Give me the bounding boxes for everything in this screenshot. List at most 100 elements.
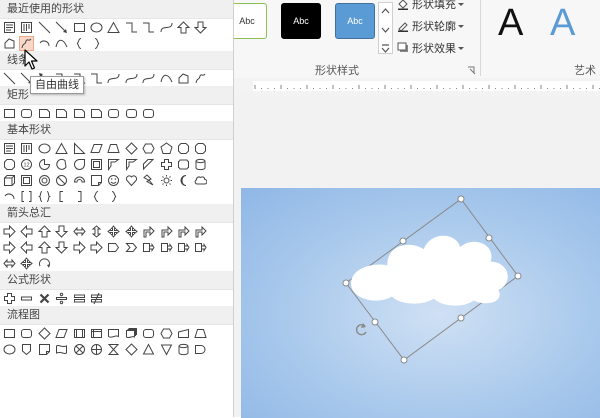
left-right-up-arrow-icon[interactable] xyxy=(124,224,138,238)
flowchart-or-icon[interactable] xyxy=(90,343,103,356)
curved-arrow-icon[interactable] xyxy=(125,72,138,85)
minus-icon[interactable] xyxy=(20,292,33,305)
round-diagonal-rectangle-icon[interactable] xyxy=(125,107,138,120)
striped-right-arrow-icon[interactable] xyxy=(73,240,86,254)
flowchart-card-icon[interactable] xyxy=(38,343,51,356)
double-bracket-icon[interactable] xyxy=(20,190,33,203)
flowchart-process-icon[interactable] xyxy=(3,327,16,340)
elbow-double-arrow-icon[interactable] xyxy=(90,72,103,85)
cube-icon[interactable] xyxy=(3,174,16,187)
down-arrow-callout-icon[interactable] xyxy=(160,241,173,254)
flowchart-predefined-process-icon[interactable] xyxy=(73,327,86,340)
pentagon-arrow-icon[interactable] xyxy=(107,241,120,254)
quad-arrow-callout-icon[interactable] xyxy=(20,256,34,270)
pentagon-icon[interactable] xyxy=(159,141,173,155)
shape-effects-button[interactable]: 形状效果 xyxy=(397,39,466,57)
down-arrow-icon[interactable] xyxy=(55,225,69,238)
left-arrow-callout-icon[interactable] xyxy=(177,241,190,254)
not-equal-icon[interactable] xyxy=(90,292,103,305)
pie-icon[interactable] xyxy=(38,158,51,171)
curved-right-arrow-icon[interactable] xyxy=(3,240,16,254)
cloud-icon[interactable] xyxy=(194,174,208,187)
round-same-side-rectangle-icon[interactable] xyxy=(107,107,120,120)
flowchart-delay-icon[interactable] xyxy=(194,343,207,356)
rectangle-icon[interactable] xyxy=(73,21,86,34)
shape-outline-button[interactable]: 形状轮廓 xyxy=(397,17,466,35)
freeform-scribble-icon[interactable] xyxy=(194,72,207,85)
shape-style-swatch[interactable]: Abc xyxy=(281,3,321,39)
hexagon-icon[interactable] xyxy=(142,142,155,155)
equal-icon[interactable] xyxy=(73,292,86,305)
sun-icon[interactable] xyxy=(160,174,173,187)
selected-cloud-shape[interactable] xyxy=(233,94,600,417)
rounded-rectangle-icon[interactable] xyxy=(20,107,33,120)
heart-icon[interactable] xyxy=(125,174,138,187)
number-12-icon[interactable]: 12 xyxy=(20,158,33,171)
donut-icon[interactable] xyxy=(38,174,51,187)
down-arrow-icon[interactable] xyxy=(194,21,208,34)
vertical-text-box-icon[interactable] xyxy=(20,21,33,34)
triangle-icon[interactable] xyxy=(55,141,69,155)
left-bracket-icon[interactable] xyxy=(55,190,68,203)
snip-diagonal-rectangle-icon[interactable] xyxy=(73,107,86,120)
curved-down-arrow-icon[interactable] xyxy=(55,241,69,254)
triangle-icon[interactable] xyxy=(107,20,121,34)
frame-icon[interactable] xyxy=(90,158,103,171)
flowchart-stored-data-icon[interactable] xyxy=(177,343,190,356)
curve-icon[interactable] xyxy=(55,37,68,50)
snip-same-side-rectangle-icon[interactable] xyxy=(55,107,68,120)
arrow-line-icon[interactable] xyxy=(55,21,68,34)
wordart-style-sample[interactable]: A xyxy=(550,2,575,45)
flowchart-decision-icon[interactable] xyxy=(38,326,51,340)
curved-double-arrow-icon[interactable] xyxy=(142,72,155,85)
half-frame-icon[interactable] xyxy=(107,158,121,171)
flowchart-terminator-icon[interactable] xyxy=(142,327,155,340)
arc-icon[interactable] xyxy=(3,190,16,203)
curved-arrow-icon[interactable] xyxy=(160,21,173,34)
flowchart-offpage-connector-icon[interactable] xyxy=(20,343,33,356)
octagon-icon[interactable] xyxy=(177,142,190,155)
flowchart-document-icon[interactable] xyxy=(107,327,120,340)
curved-left-arrow-icon[interactable] xyxy=(20,240,33,254)
vertical-text-box-icon[interactable] xyxy=(20,142,33,155)
chevron-icon[interactable] xyxy=(125,241,138,254)
left-brace-icon[interactable] xyxy=(73,37,86,50)
rotate-handle-icon[interactable] xyxy=(355,323,367,336)
dialog-launcher-icon[interactable] xyxy=(467,66,476,75)
elbow-connector-icon[interactable] xyxy=(125,21,138,34)
right-arrow-icon[interactable] xyxy=(3,224,16,238)
notched-right-arrow-icon[interactable] xyxy=(90,240,103,254)
up-arrow-icon[interactable] xyxy=(37,224,51,238)
elbow-arrow-icon[interactable] xyxy=(142,21,155,34)
right-bracket-icon[interactable] xyxy=(73,190,86,203)
rectangle-icon[interactable] xyxy=(3,107,16,120)
parallelogram-icon[interactable] xyxy=(90,142,103,155)
chord-icon[interactable] xyxy=(55,158,68,171)
double-brace-icon[interactable] xyxy=(37,190,51,203)
round-corner-rectangle-icon[interactable] xyxy=(142,107,155,120)
text-box-icon[interactable] xyxy=(3,142,16,155)
bent-arrow-icon[interactable] xyxy=(142,225,155,238)
u-turn-arrow-icon[interactable] xyxy=(160,225,173,238)
scroll-up-icon[interactable] xyxy=(379,3,392,19)
flowchart-summing-junction-icon[interactable] xyxy=(73,343,86,356)
oval-icon[interactable] xyxy=(38,142,51,155)
flowchart-data-icon[interactable] xyxy=(55,327,68,340)
divide-icon[interactable] xyxy=(55,292,68,305)
dodecagon-icon[interactable] xyxy=(3,158,16,171)
more-icon[interactable] xyxy=(379,41,392,57)
snip-corner-rectangle-icon[interactable] xyxy=(38,107,51,120)
flowchart-sort-icon[interactable] xyxy=(125,342,138,356)
lightning-bolt-icon[interactable] xyxy=(142,173,155,187)
diamond-icon[interactable] xyxy=(125,141,138,155)
curved-up-arrow-icon[interactable] xyxy=(37,240,51,254)
smiley-face-icon[interactable] xyxy=(107,174,120,187)
bent-up-arrow-icon[interactable] xyxy=(194,225,208,238)
right-brace-icon[interactable] xyxy=(90,37,103,50)
freeform-scribble-icon[interactable] xyxy=(19,35,35,51)
oval-icon[interactable] xyxy=(90,21,103,34)
block-arc-icon[interactable] xyxy=(73,174,86,187)
can-icon[interactable] xyxy=(194,158,207,171)
flowchart-alternate-process-icon[interactable] xyxy=(20,327,33,340)
scroll-down-icon[interactable] xyxy=(379,22,392,38)
